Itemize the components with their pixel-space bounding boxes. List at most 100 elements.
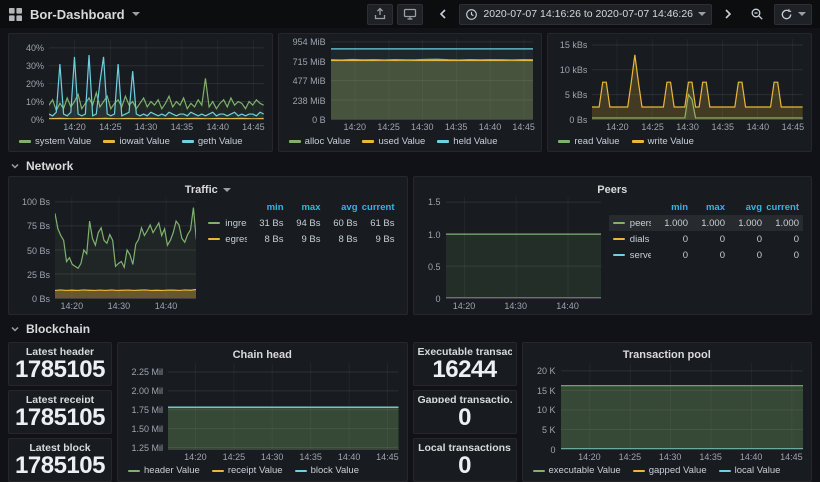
share-button[interactable]: [367, 4, 393, 25]
legend-series-name: held Value: [453, 136, 497, 147]
time-range-text: 2020-07-07 14:16:26 to 2020-07-07 14:46:…: [483, 8, 693, 20]
chain-head-panel: Chain head 2.25 Mil2.00 Mil1.75 Mil1.50 …: [117, 342, 408, 482]
tv-kiosk-button[interactable]: [397, 4, 423, 25]
panel-title-text: Transaction pool: [623, 349, 711, 361]
latest-stats-column: Latest header 1785105 Latest receipt 178…: [8, 342, 112, 482]
time-range-picker[interactable]: 2020-07-07 14:16:26 to 2020-07-07 14:46:…: [459, 4, 712, 25]
legend-item[interactable]: local Value: [719, 465, 781, 476]
traffic-body: 100 Bs75 Bs50 Bs25 Bs0 Bs14:2014:3014:40…: [17, 197, 399, 312]
plot-area[interactable]: [55, 197, 196, 299]
disk-chart: 15 kBs10 kBs5 kBs0 Bs14:2014:2514:3014:3…: [556, 39, 803, 133]
legend-color-marker: [533, 470, 545, 473]
network-row: Traffic 100 Bs75 Bs50 Bs25 Bs0 Bs14:2014…: [8, 176, 812, 315]
peers-legend-table: minmaxavgcurrentpeers Value1.0001.0001.0…: [609, 197, 803, 312]
dashboards-grid-icon[interactable]: [8, 7, 23, 22]
legend-item[interactable]: system Value: [19, 136, 91, 147]
legend-column-max[interactable]: max: [284, 202, 321, 213]
plot-area[interactable]: [49, 39, 264, 120]
chart-body: 40%30%20%10%0%: [17, 39, 264, 120]
legend-column-avg[interactable]: avg: [321, 202, 358, 213]
legend-series-name[interactable]: egress Value: [208, 234, 246, 245]
legend-series-label: peers Value: [630, 218, 651, 229]
legend-stat-value: 9 Bs: [358, 234, 395, 245]
x-tick-label: 14:20: [606, 122, 629, 132]
dashboard-title[interactable]: Bor-Dashboard: [30, 7, 125, 22]
chain-head-panel-title[interactable]: Chain head: [126, 348, 399, 363]
local-transactions-panel[interactable]: Local transactions 0: [413, 438, 517, 482]
peers-panel-title[interactable]: Peers: [422, 182, 804, 197]
legend-series-name[interactable]: peers Value: [613, 218, 651, 229]
refresh-button[interactable]: [774, 4, 812, 25]
latest-block-panel[interactable]: Latest block 1785105: [8, 438, 112, 482]
legend-series-name: header Value: [144, 465, 200, 476]
legend-item[interactable]: gapped Value: [633, 465, 707, 476]
legend-series-name: gapped Value: [649, 465, 707, 476]
legend-column-avg[interactable]: avg: [725, 202, 762, 213]
legend-column-current[interactable]: current: [762, 202, 799, 213]
latest-receipt-panel[interactable]: Latest receipt 1785105: [8, 390, 112, 434]
legend-column-max[interactable]: max: [688, 202, 725, 213]
x-tick-label: 14:45: [780, 452, 803, 462]
x-tick-label: 14:30: [135, 122, 158, 132]
chevron-left-icon: [438, 8, 448, 20]
legend-color-marker: [437, 140, 449, 143]
legend-series-name[interactable]: serves Value: [613, 250, 651, 261]
latest-header-panel[interactable]: Latest header 1785105: [8, 342, 112, 386]
legend-item[interactable]: alloc Value: [289, 136, 351, 147]
zoom-out-icon: [750, 7, 764, 21]
dashboard-title-caret-icon[interactable]: [132, 12, 140, 16]
legend-item[interactable]: write Value: [632, 136, 694, 147]
legend-color-marker: [212, 470, 224, 473]
legend-item[interactable]: used Value: [362, 136, 425, 147]
network-section-header[interactable]: Network: [8, 155, 812, 176]
legend-item[interactable]: block Value: [295, 465, 359, 476]
legend-stat-value: 0: [651, 234, 688, 245]
y-tick-label: 30%: [26, 61, 44, 71]
time-forward-button[interactable]: [716, 4, 740, 25]
y-tick-label: 0: [550, 445, 555, 455]
traffic-legend-table: minmaxavgcurrentingress Value31 Bs94 Bs6…: [204, 197, 398, 312]
legend-column-current[interactable]: current: [358, 202, 395, 213]
blockchain-section-header[interactable]: Blockchain: [8, 318, 812, 339]
plot-area[interactable]: [561, 363, 804, 450]
executable-transactions-panel[interactable]: Executable transac... 16244: [413, 342, 517, 386]
legend-series-name[interactable]: ingress Value: [208, 218, 246, 229]
peers-chart: 1.51.00.5014:2014:3014:40: [422, 197, 601, 312]
y-axis: 15 kBs10 kBs5 kBs0 Bs: [556, 39, 592, 120]
legend-column-min[interactable]: min: [651, 202, 688, 213]
zoom-out-button[interactable]: [744, 4, 770, 25]
traffic-panel-title[interactable]: Traffic: [17, 182, 399, 197]
legend-stat-value: 1.000: [762, 218, 799, 229]
plot-area[interactable]: [446, 197, 601, 299]
legend-item[interactable]: iowait Value: [103, 136, 170, 147]
refresh-interval-caret-icon[interactable]: [798, 12, 806, 16]
legend-item[interactable]: geth Value: [182, 136, 243, 147]
legend-color-marker: [613, 254, 625, 257]
x-tick-label: 14:40: [740, 452, 763, 462]
y-tick-label: 10 K: [537, 405, 556, 415]
legend-item[interactable]: read Value: [558, 136, 619, 147]
transaction-pool-panel-title[interactable]: Transaction pool: [531, 348, 804, 363]
panel-menu-caret-icon[interactable]: [223, 188, 231, 192]
time-back-button[interactable]: [431, 4, 455, 25]
stat-value: 1785105: [15, 358, 105, 382]
section-label: Blockchain: [26, 322, 90, 336]
legend-item[interactable]: header Value: [128, 465, 200, 476]
y-tick-label: 5 K: [542, 425, 556, 435]
legend-item[interactable]: receipt Value: [212, 465, 283, 476]
x-tick-label: 14:40: [338, 452, 361, 462]
dashboard-grid: 40%30%20%10%0%14:2014:2514:3014:3514:401…: [0, 28, 820, 482]
chart-body: 15 kBs10 kBs5 kBs0 Bs: [556, 39, 803, 120]
y-tick-label: 1.0: [428, 230, 441, 240]
legend-color-marker: [295, 470, 307, 473]
gapped-transactions-panel[interactable]: Gapped transactio... 0: [413, 390, 517, 434]
plot-area[interactable]: [168, 363, 399, 450]
legend-item[interactable]: executable Value: [533, 465, 621, 476]
legend-series-name[interactable]: dials Value: [613, 234, 651, 245]
stat-value: 1785105: [15, 406, 105, 430]
plot-area[interactable]: [592, 39, 803, 120]
plot-area[interactable]: [331, 39, 534, 120]
x-tick-label: 14:20: [578, 452, 601, 462]
legend-item[interactable]: held Value: [437, 136, 497, 147]
legend-column-min[interactable]: min: [247, 202, 284, 213]
